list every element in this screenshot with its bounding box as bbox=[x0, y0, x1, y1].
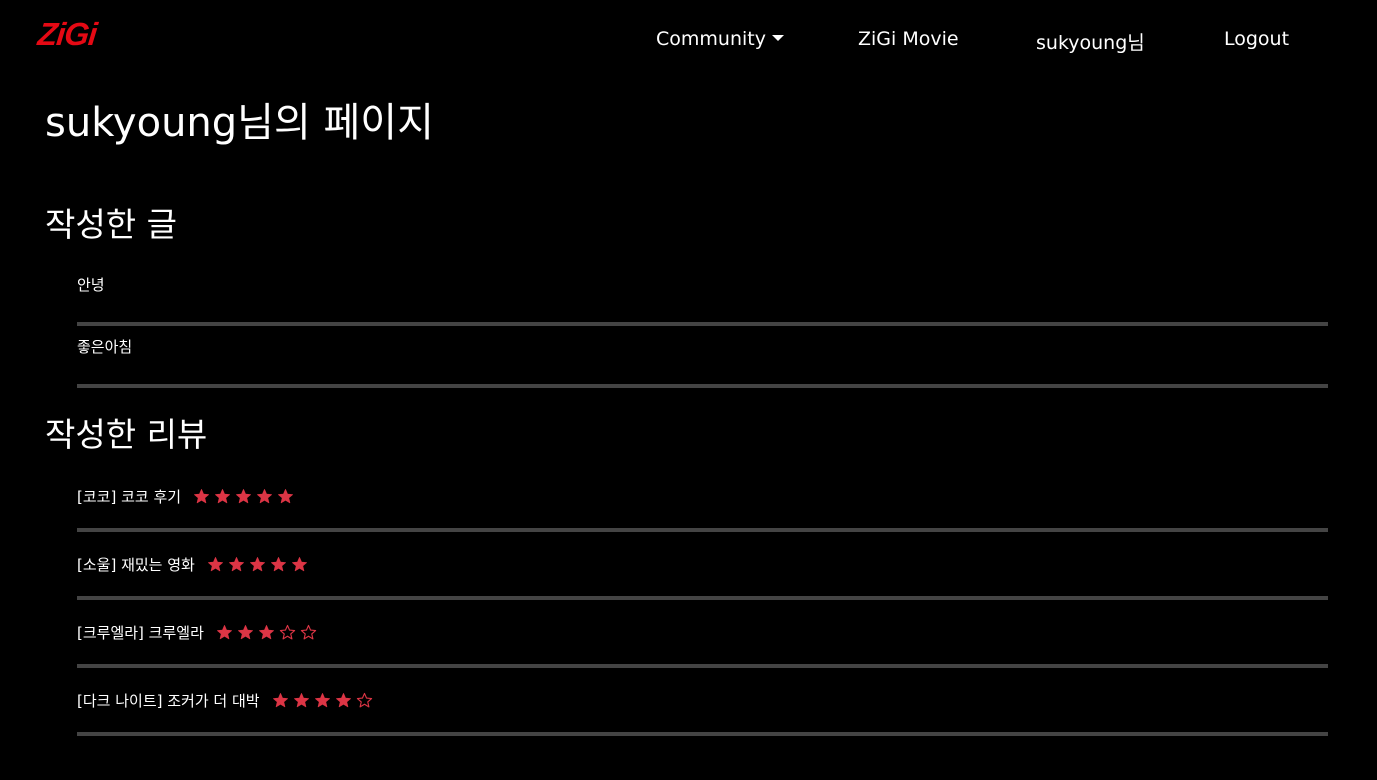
review-text[interactable]: [다크 나이트] 조커가 더 대박 bbox=[77, 690, 260, 711]
reviews-heading: 작성한 리뷰 bbox=[45, 415, 208, 454]
divider bbox=[77, 384, 1328, 388]
page-title: sukyoung님의 페이지 bbox=[45, 100, 434, 146]
posts-heading: 작성한 글 bbox=[45, 205, 177, 244]
reviews-list: [코코] 코코 후기 [소울] 재밌는 영화 [크루엘라] 크루엘라 [다크 나… bbox=[77, 464, 1328, 736]
navbar: ZiGi Community ZiGi Movie sukyoung님 Logo… bbox=[0, 0, 1377, 80]
star-filled-icon bbox=[314, 693, 330, 708]
star-filled-icon bbox=[293, 693, 309, 708]
review-text[interactable]: [소울] 재밌는 영화 bbox=[77, 554, 195, 575]
star-filled-icon bbox=[249, 557, 265, 572]
star-filled-icon bbox=[278, 489, 293, 504]
star-rating bbox=[193, 488, 298, 505]
nav-logout[interactable]: Logout bbox=[1224, 28, 1289, 50]
post-item[interactable]: 안녕 bbox=[77, 264, 1328, 326]
star-filled-icon bbox=[270, 557, 286, 572]
review-item[interactable]: [코코] 코코 후기 bbox=[77, 464, 1328, 532]
star-filled-icon bbox=[272, 693, 288, 708]
nav-zigi-movie[interactable]: ZiGi Movie bbox=[858, 28, 959, 50]
review-item[interactable]: [소울] 재밌는 영화 bbox=[77, 532, 1328, 600]
star-filled-icon bbox=[216, 625, 232, 640]
divider bbox=[77, 732, 1328, 736]
review-item[interactable]: [다크 나이트] 조커가 더 대박 bbox=[77, 668, 1328, 736]
star-empty-icon bbox=[300, 624, 317, 640]
star-empty-icon bbox=[356, 692, 372, 708]
posts-list: 안녕 좋은아침 bbox=[77, 264, 1328, 388]
nav-community-dropdown[interactable]: Community bbox=[656, 28, 784, 50]
star-filled-icon bbox=[237, 625, 253, 640]
star-rating bbox=[272, 692, 377, 709]
star-filled-icon bbox=[258, 625, 274, 640]
star-filled-icon bbox=[335, 693, 351, 708]
review-text[interactable]: [크루엘라] 크루엘라 bbox=[77, 622, 204, 643]
star-filled-icon bbox=[236, 489, 251, 504]
nav-community-label: Community bbox=[656, 28, 766, 50]
star-rating bbox=[216, 624, 321, 641]
post-title[interactable]: 좋은아침 bbox=[77, 336, 132, 357]
star-filled-icon bbox=[207, 557, 223, 572]
star-filled-icon bbox=[194, 489, 209, 504]
star-filled-icon bbox=[215, 489, 230, 504]
caret-down-icon bbox=[771, 34, 784, 41]
post-item[interactable]: 좋은아침 bbox=[77, 326, 1328, 388]
star-filled-icon bbox=[291, 557, 307, 572]
review-item[interactable]: [크루엘라] 크루엘라 bbox=[77, 600, 1328, 668]
star-rating bbox=[207, 556, 312, 573]
nav-user-profile[interactable]: sukyoung님 bbox=[1036, 28, 1145, 55]
star-filled-icon bbox=[228, 557, 244, 572]
post-title[interactable]: 안녕 bbox=[77, 274, 105, 295]
review-text[interactable]: [코코] 코코 후기 bbox=[77, 486, 181, 507]
star-filled-icon bbox=[257, 489, 272, 504]
zigi-logo[interactable]: ZiGi bbox=[36, 16, 98, 53]
star-empty-icon bbox=[279, 624, 296, 640]
